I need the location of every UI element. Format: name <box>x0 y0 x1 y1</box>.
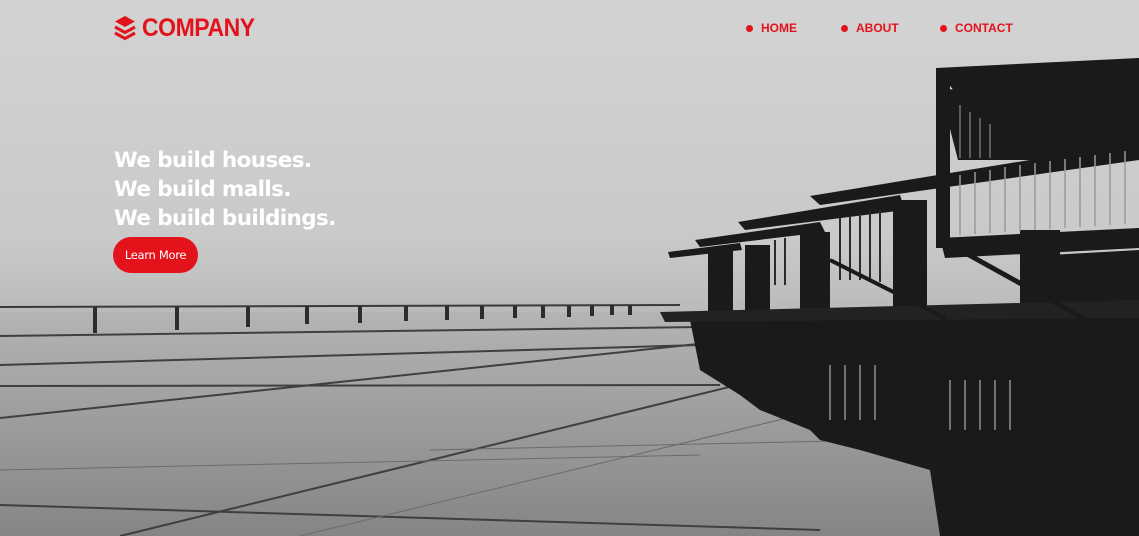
learn-more-button[interactable]: Learn More <box>113 237 198 273</box>
headline-line: We build houses. <box>114 148 312 173</box>
nav-item-label: ABOUT <box>856 21 899 35</box>
nav-item-label: CONTACT <box>955 21 1013 35</box>
layers-icon <box>114 16 136 41</box>
nav-item-contact[interactable]: CONTACT <box>940 20 1013 36</box>
dot-icon <box>940 24 947 32</box>
dot-icon <box>746 24 753 32</box>
brand-logo[interactable]: COMPANY <box>114 13 264 43</box>
dot-icon <box>841 24 848 32</box>
site-header: COMPANY HOME ABOUT CONTACT <box>0 0 1139 56</box>
headline-line: We build malls. <box>114 177 292 202</box>
brand-name: COMPANY <box>142 13 255 42</box>
nav-item-home[interactable]: HOME <box>746 20 797 36</box>
hero-headline: We build houses. We build malls. We buil… <box>114 146 336 233</box>
nav-item-about[interactable]: ABOUT <box>841 20 899 36</box>
nav-item-label: HOME <box>761 21 797 35</box>
headline-line: We build buildings. <box>114 206 336 231</box>
